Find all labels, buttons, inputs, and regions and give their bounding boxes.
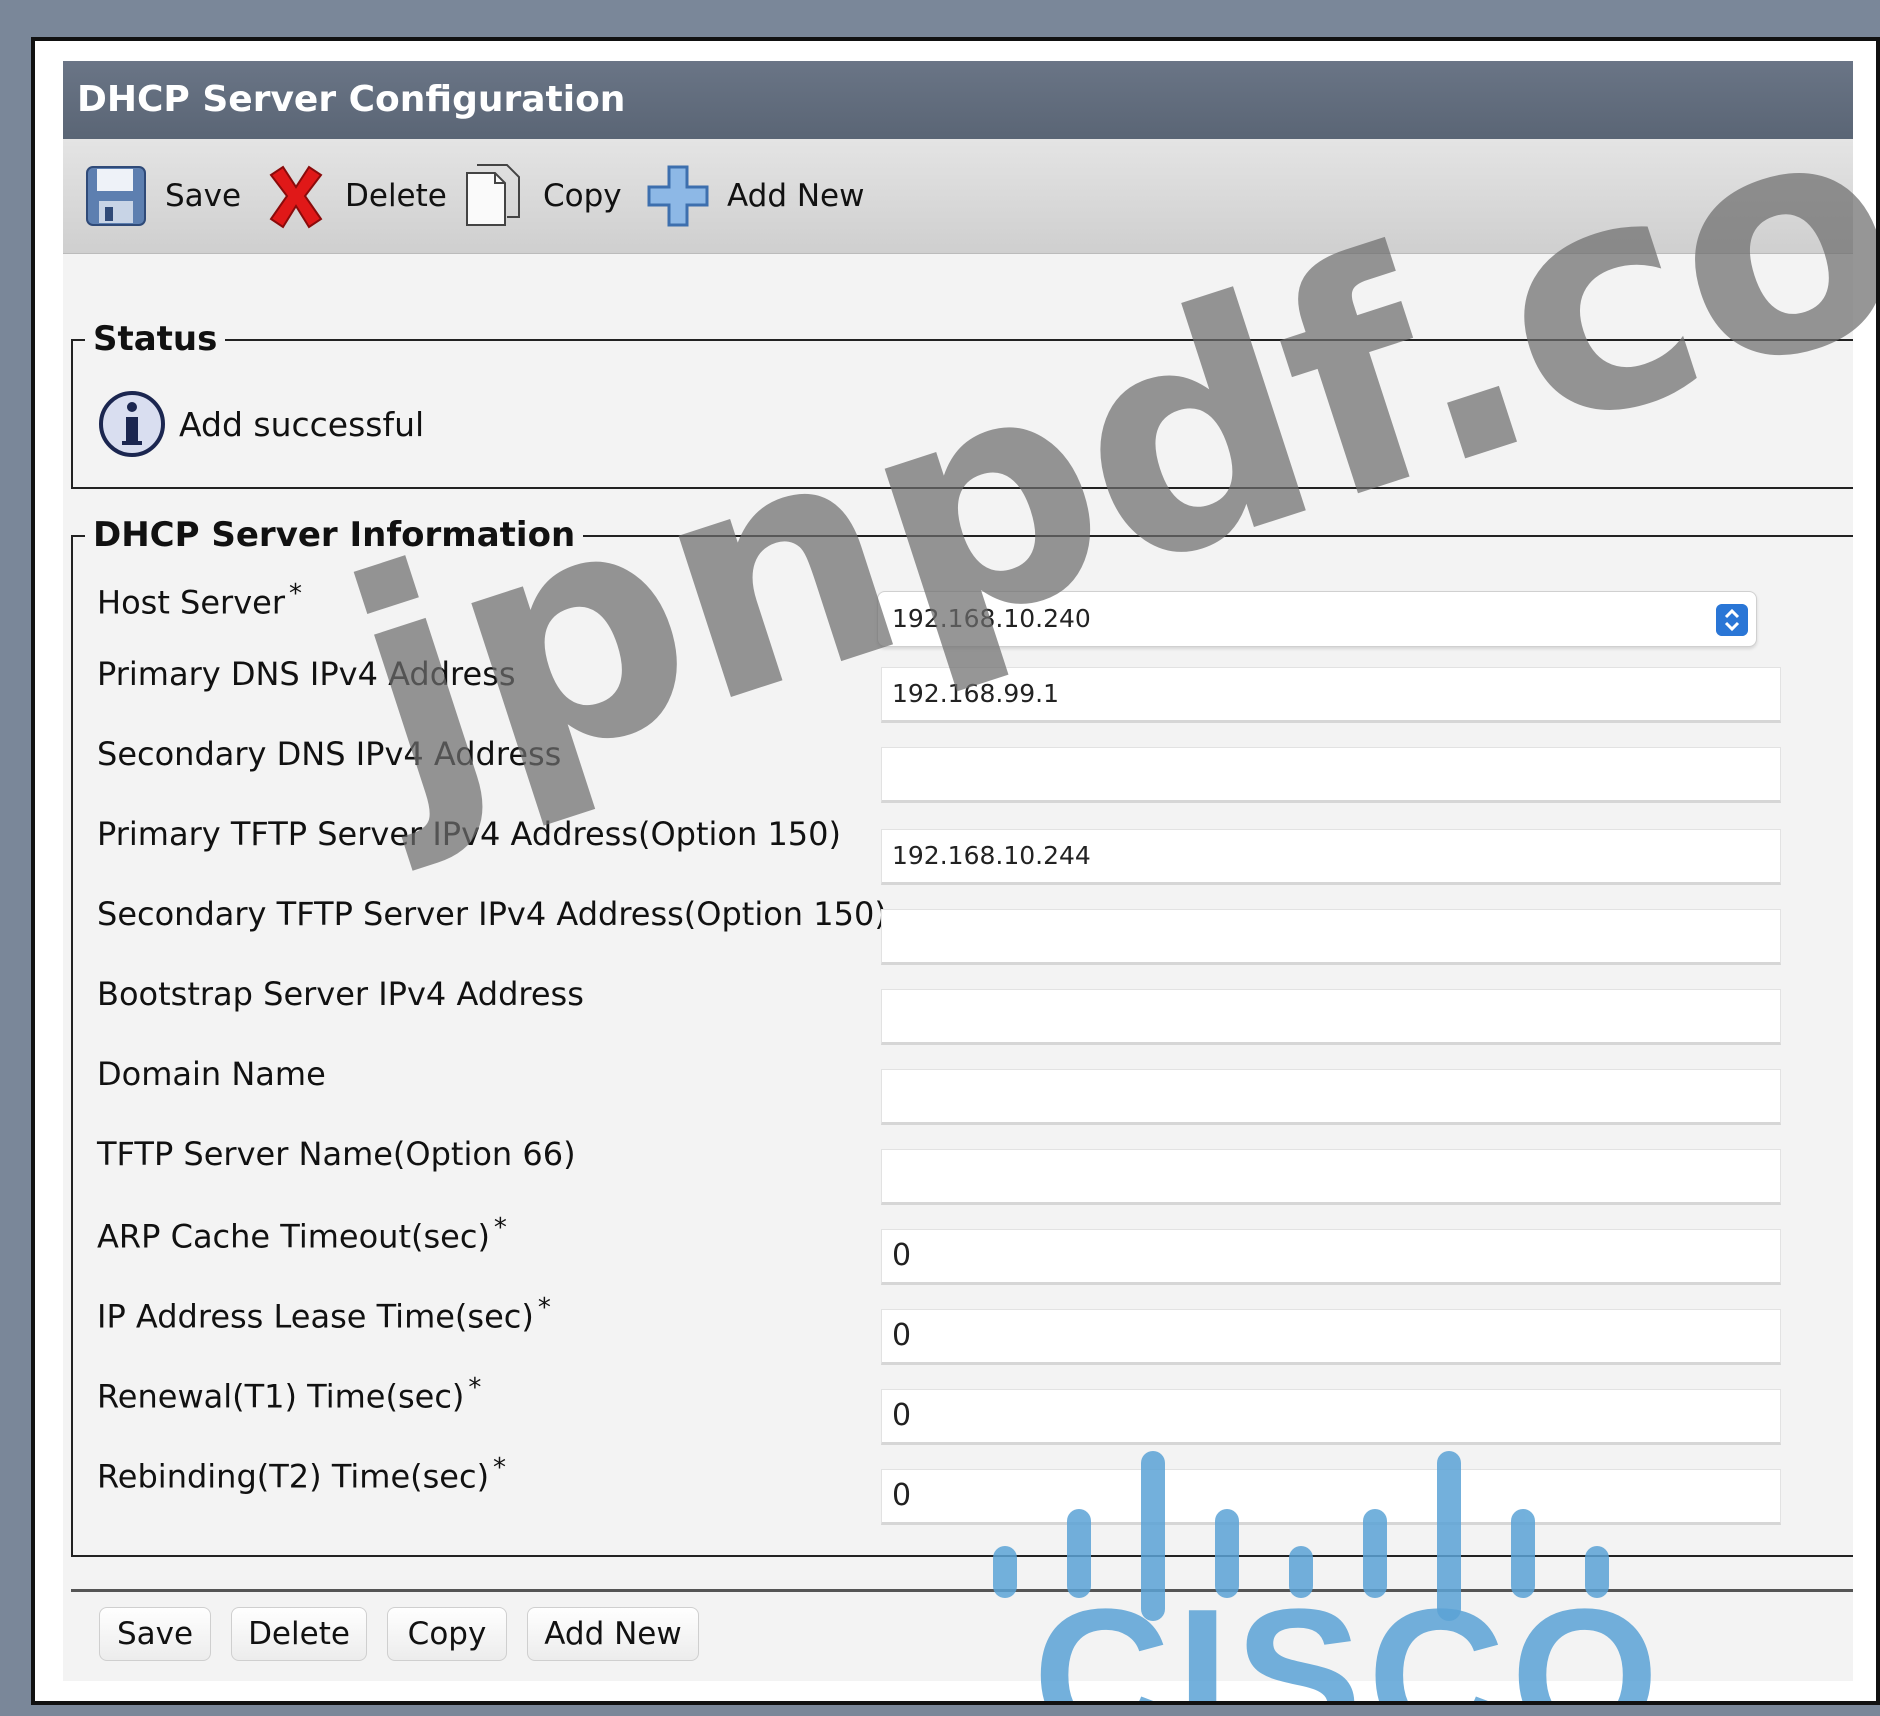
arp-cache-timeout-input[interactable]: 0 [881,1229,1781,1285]
toolbar-delete-label: Delete [345,178,447,214]
required-marker: * [537,1293,551,1323]
renewal-time-label: Renewal(T1) Time(sec) * [97,1373,482,1416]
domain-name-label: Domain Name [97,1055,326,1093]
bottom-divider [71,1589,1853,1592]
rebinding-time-input[interactable]: 0 [881,1469,1781,1525]
secondary-tftp-input[interactable] [881,909,1781,965]
toolbar-save-label: Save [165,178,242,214]
required-marker: * [468,1373,482,1403]
domain-name-input[interactable] [881,1069,1781,1125]
status-section: Status Add successful [71,319,1853,489]
toolbar-copy-button[interactable]: Copy [461,157,622,235]
status-row: Add successful [97,389,424,459]
primary-dns-label: Primary DNS IPv4 Address [97,655,516,693]
delete-button[interactable]: Delete [231,1607,367,1661]
primary-tftp-input[interactable]: 192.168.10.244 [881,829,1781,885]
rebinding-time-label: Rebinding(T2) Time(sec) * [97,1453,507,1496]
bootstrap-server-label: Bootstrap Server IPv4 Address [97,975,584,1013]
tftp-server-name-input[interactable] [881,1149,1781,1205]
host-server-label: Host Server * [97,579,302,622]
window-frame: DHCP Server Configuration Save Delete Co… [31,37,1880,1705]
secondary-dns-input[interactable] [881,747,1781,803]
plus-icon [647,165,709,227]
secondary-dns-label: Secondary DNS IPv4 Address [97,735,562,773]
lease-time-label: IP Address Lease Time(sec) * [97,1293,551,1336]
required-marker: * [493,1213,507,1243]
toolbar-add-new-label: Add New [727,178,865,214]
host-server-value: 192.168.10.240 [892,604,1091,633]
toolbar-save-button[interactable]: Save [83,157,241,235]
copy-button[interactable]: Copy [387,1607,507,1661]
status-legend: Status [85,319,226,359]
arp-cache-timeout-label: ARP Cache Timeout(sec) * [97,1213,507,1256]
copy-document-icon [466,164,520,226]
config-page: DHCP Server Configuration Save Delete Co… [63,41,1876,1701]
primary-dns-input[interactable]: 192.168.99.1 [881,667,1781,723]
renewal-time-input[interactable]: 0 [881,1389,1781,1445]
toolbar-add-new-button[interactable]: Add New [645,157,865,235]
secondary-tftp-label: Secondary TFTP Server IPv4 Address(Optio… [97,895,887,933]
dhcp-info-legend: DHCP Server Information [85,515,584,555]
required-marker: * [493,1453,507,1483]
dhcp-server-info-section: DHCP Server Information Host Server * 192… [71,515,1853,1557]
toolbar: Save Delete Copy Add New [63,139,1853,254]
save-button[interactable]: Save [99,1607,211,1661]
floppy-disk-icon [86,166,146,226]
toolbar-copy-label: Copy [543,178,622,214]
bootstrap-server-input[interactable] [881,989,1781,1045]
info-icon [99,391,165,457]
host-server-select[interactable]: 192.168.10.240 [877,591,1757,647]
page-title: DHCP Server Configuration [63,61,1853,139]
delete-x-icon [269,165,323,229]
add-new-button[interactable]: Add New [527,1607,699,1661]
primary-tftp-label: Primary TFTP Server IPv4 Address(Option … [97,815,841,853]
select-arrows-icon [1716,604,1748,636]
lease-time-input[interactable]: 0 [881,1309,1781,1365]
toolbar-delete-button[interactable]: Delete [263,157,447,235]
status-message: Add successful [179,404,425,444]
tftp-server-name-label: TFTP Server Name(Option 66) [97,1135,576,1173]
required-marker: * [288,579,302,609]
